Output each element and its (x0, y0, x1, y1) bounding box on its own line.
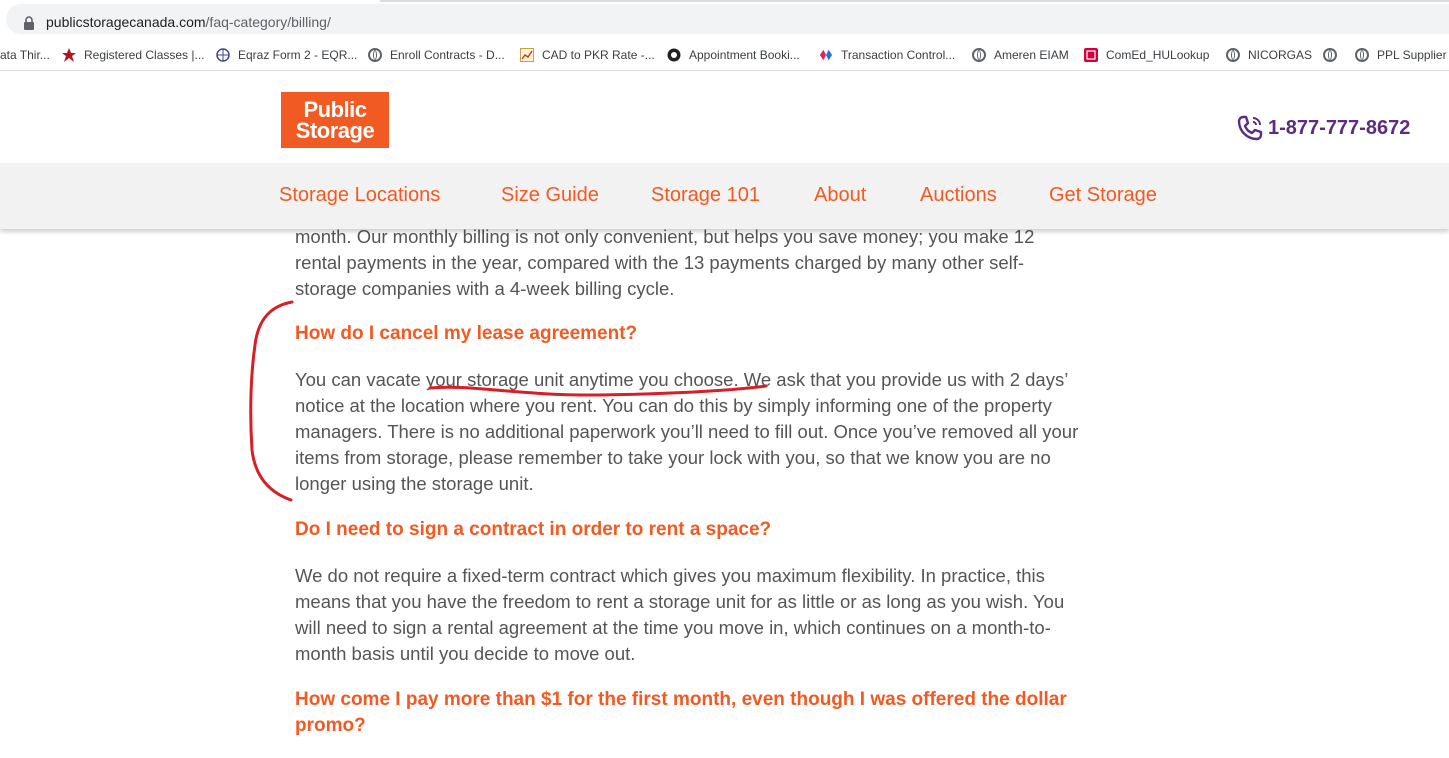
text-line: longer using the storage unit. (295, 473, 534, 494)
bookmark-item[interactable]: ComEd_HULookup (1084, 40, 1209, 70)
circle-dot-icon (667, 48, 681, 62)
text-line: promo? (295, 715, 366, 736)
text-line: How come I pay more than $1 for the firs… (295, 689, 1067, 710)
bookmark-label: ata Thir... (0, 48, 50, 62)
nav-get-storage[interactable]: Get Storage (1049, 184, 1157, 207)
bookmark-item[interactable]: Appointment Booki... (667, 40, 800, 70)
text-line: We do not require a fixed-term contract … (295, 565, 1045, 586)
red-square-icon (1084, 48, 1098, 62)
bookmark-label: Registered Classes |... (84, 48, 205, 62)
bookmark-label: Transaction Control... (841, 48, 956, 62)
bookmark-label: Ameren EIAM (994, 48, 1069, 62)
url-text[interactable]: publicstoragecanada.com/faq-category/bil… (46, 14, 331, 30)
nav-storage-locations[interactable]: Storage Locations (279, 184, 440, 207)
tab-strip-edge (380, 0, 1449, 2)
nav-about[interactable]: About (814, 184, 866, 207)
nav-auctions[interactable]: Auctions (920, 184, 997, 207)
chart-icon (520, 48, 534, 62)
text-line: managers. There is no additional paperwo… (295, 421, 1079, 442)
globe-icon (1323, 48, 1337, 62)
star-red-icon (62, 48, 76, 62)
nav-storage-101[interactable]: Storage 101 (651, 184, 760, 207)
address-bar[interactable]: publicstoragecanada.com/faq-category/bil… (6, 4, 1449, 34)
bookmark-label: Eqraz Form 2 - EQR... (238, 48, 358, 62)
main-nav: Storage Locations Size Guide Storage 101… (0, 163, 1449, 229)
text-line: will need to sign a rental agreement at … (295, 617, 1051, 638)
faq-answer: We do not require a fixed-term contract … (295, 563, 1125, 667)
bookmark-label: ComEd_HULookup (1106, 48, 1210, 62)
text-line: means that you have the freedom to rent … (295, 591, 1065, 612)
site-header: Public Storage 1-877-777-8672 (0, 71, 1449, 163)
faq-question[interactable]: How come I pay more than $1 for the firs… (295, 687, 1095, 739)
nav-size-guide[interactable]: Size Guide (501, 184, 599, 207)
bookmark-item[interactable]: ata Thir... (0, 40, 50, 70)
faq-answer: You can vacate your storage unit anytime… (295, 367, 1125, 497)
faq-question[interactable]: Do I need to sign a contract in order to… (295, 517, 1095, 543)
bookmark-item[interactable]: CAD to PKR Rate -... (520, 40, 655, 70)
url-domain: publicstoragecanada.com (46, 14, 206, 30)
text-line: items from storage, please remember to t… (295, 447, 1051, 468)
logo-line1: Public (303, 97, 367, 122)
lock-icon[interactable] (23, 16, 35, 30)
bookmark-item[interactable]: NICORGAS (1226, 40, 1312, 70)
bookmark-label: NICORGAS (1248, 48, 1313, 62)
bookmarks-bar: ata Thir... Registered Classes |... Eqra… (0, 40, 1449, 71)
globe-icon (368, 48, 382, 62)
text-line: You can vacate your storage unit anytime… (295, 369, 1069, 390)
globe-icon (1355, 48, 1369, 62)
bookmark-label: CAD to PKR Rate -... (542, 48, 655, 62)
logo-line2: Storage (295, 118, 375, 143)
globe-icon (972, 48, 986, 62)
globe-icon (1226, 48, 1240, 62)
text-line: month. Our monthly billing is not only c… (295, 226, 1035, 247)
bookmark-item[interactable]: Eqraz Form 2 - EQR... (216, 40, 357, 70)
phone-icon (1237, 115, 1263, 141)
public-storage-logo[interactable]: Public Storage (281, 92, 389, 148)
globe-blue-icon (216, 48, 230, 62)
intro-text: month. Our monthly billing is not only c… (295, 224, 1125, 302)
bookmark-item[interactable]: Ameren EIAM (972, 40, 1069, 70)
bookmark-item[interactable]: PPL Supplier I (1355, 40, 1449, 70)
bookmark-label: Appointment Booki... (689, 48, 800, 62)
bookmark-item[interactable]: Transaction Control... (819, 40, 955, 70)
bookmark-label: PPL Supplier I (1377, 48, 1449, 62)
text-line: notice at the location where you rent. Y… (295, 395, 1052, 416)
url-path: /faq-category/billing/ (205, 14, 331, 30)
bookmark-item[interactable]: Registered Classes |... (62, 40, 205, 70)
bookmark-label: Enroll Contracts - D... (390, 48, 505, 62)
bookmark-item[interactable]: Enroll Contracts - D... (368, 40, 505, 70)
phone-number: 1-877-777-8672 (1268, 116, 1411, 139)
bookmark-item[interactable] (1323, 40, 1345, 70)
faq-question[interactable]: How do I cancel my lease agreement? (295, 321, 1095, 347)
phone-link[interactable]: 1-877-777-8672 (1236, 114, 1410, 142)
text-line: storage companies with a 4-week billing … (295, 278, 675, 299)
text-line: month basis until you decide to move out… (295, 643, 636, 664)
text-line: rental payments in the year, compared wi… (295, 252, 1025, 273)
red-bracket-mark (249, 300, 294, 502)
diamond-icon (819, 49, 833, 61)
browser-address-strip: publicstoragecanada.com/faq-category/bil… (0, 0, 1449, 40)
